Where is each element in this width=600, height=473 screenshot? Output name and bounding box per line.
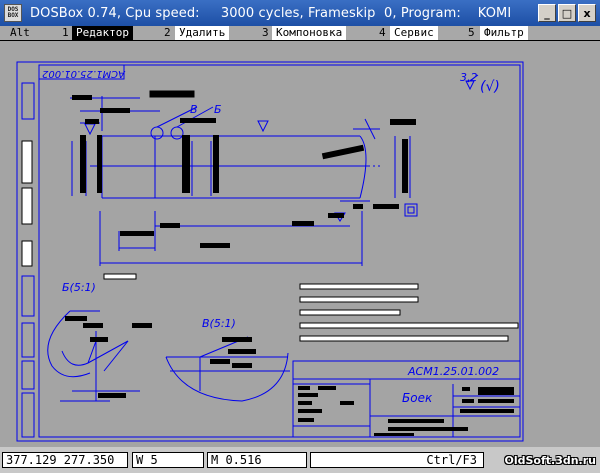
title-block-code: АСМ1.25.01.002 [408, 365, 500, 378]
menu-num-4: 4 [379, 26, 386, 39]
window-title: DOSBox 0.74, Cpu speed: 3000 cycles, Fra… [30, 5, 512, 21]
detail-view-b-label: Б(5:1) [62, 281, 96, 294]
detail-view-v-label: В(5:1) [202, 317, 236, 330]
menu-num-1: 1 [62, 26, 69, 39]
menu-item-service[interactable]: Сервис [390, 26, 438, 40]
roughness-value: 3,2 [460, 71, 478, 84]
roughness-mark: (√) [480, 79, 500, 95]
rotated-drawing-code: АСМ1.25.01.002 [42, 68, 125, 79]
coordinates-readout: 377.129 277.350 [2, 452, 128, 468]
section-label-v: В [190, 103, 198, 116]
status-bar: 377.129 277.350 W 5 M 0.516 Ctrl/F3 OldS… [0, 447, 600, 473]
menu-item-layout[interactable]: Компоновка [272, 26, 347, 40]
section-label-b: Б [214, 103, 222, 116]
menu-num-2: 2 [164, 26, 171, 39]
close-button[interactable]: x [578, 4, 596, 22]
cad-canvas[interactable]: АСМ1.25.01.002 3,2 (√) В Б Б(5:1) В(5:1)… [0, 40, 600, 447]
menu-item-filter[interactable]: Фильтр [480, 26, 528, 40]
drawing-sheet [16, 61, 524, 442]
window-titlebar[interactable]: DOS BOX DOSBox 0.74, Cpu speed: 3000 cyc… [0, 0, 600, 26]
title-block-name: Боек [402, 391, 433, 405]
dosbox-app-icon[interactable]: DOS BOX [4, 4, 22, 22]
minimize-button[interactable]: _ [538, 4, 556, 22]
menu-num-3: 3 [262, 26, 269, 39]
width-readout: W 5 [132, 452, 204, 468]
menu-item-delete[interactable]: Удалить [175, 26, 230, 40]
technical-notes [21, 90, 519, 342]
menu-item-editor[interactable]: Редактор [72, 26, 133, 40]
site-watermark: OldSoft.3dn.ru [504, 454, 597, 467]
maximize-button[interactable]: □ [558, 4, 576, 22]
alt-label: Alt [10, 26, 30, 39]
scale-readout: M 0.516 [207, 452, 307, 468]
menu-num-5: 5 [468, 26, 475, 39]
hotkey-readout: Ctrl/F3 [310, 452, 484, 468]
dos-menu-bar: Alt 1 Редактор 2 Удалить 3 Компоновка 4 … [0, 26, 600, 40]
